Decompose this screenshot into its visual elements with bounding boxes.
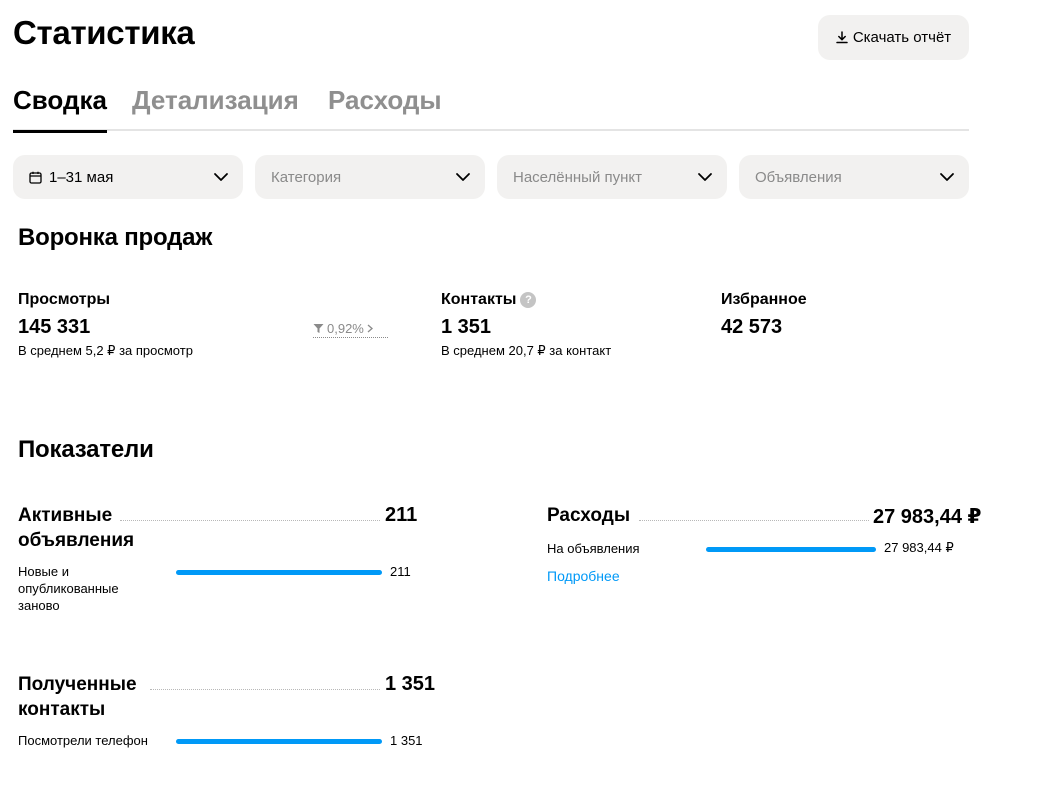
metrics-section-title: Показатели [18,436,154,463]
category-placeholder: Категория [271,168,342,186]
chevron-right-icon [367,324,373,333]
category-select[interactable]: Категория [255,155,485,199]
contacts-received-title-line1: Полученные [18,674,137,695]
contacts-label-text: Контакты [441,291,517,308]
favorites-value: 42 573 [721,316,783,338]
download-icon [836,31,848,44]
conversion-link[interactable]: 0,92% [313,320,388,338]
dotted-leader [150,689,380,690]
new-republished-value: 211 [390,564,411,579]
funnel-icon [313,324,324,333]
active-listings-title-line2: объявления [18,530,135,551]
help-icon[interactable]: ? [520,292,537,308]
new-republished-label: Новые и опубликованные заново [18,564,119,613]
page-title: Статистика [13,14,195,51]
phone-viewed-bar [176,739,382,744]
calendar-icon [29,171,42,184]
expenses-details-link[interactable]: Подробнее [547,568,620,584]
contacts-label: Контакты ? [441,291,537,309]
expenses-title: Расходы [547,505,631,526]
active-listings-value: 211 [385,504,418,526]
favorites-label: Избранное [721,291,807,309]
funnel-section-title: Воронка продаж [18,224,213,251]
dotted-leader [639,520,869,521]
views-label-text: Просмотры [18,291,111,308]
views-value: 145 331 [18,316,91,338]
listings-select[interactable]: Объявления [739,155,969,199]
expenses-listings-bar [706,547,876,552]
tab-summary[interactable]: Сводка [13,84,107,133]
contacts-received-title: Полученные контакты [18,672,137,722]
contacts-average: В среднем 20,7 ₽ за контакт [441,343,612,358]
dotted-leader [120,520,380,521]
listings-placeholder: Объявления [755,168,842,186]
views-average: В среднем 5,2 ₽ за просмотр [18,343,193,358]
location-placeholder: Населённый пункт [513,168,643,186]
chevron-down-icon [214,173,228,181]
download-report-button[interactable]: Скачать отчёт [818,15,969,60]
active-listings-title-line1: Активные [18,505,113,526]
date-range-select[interactable]: 1–31 мая [13,155,243,199]
chevron-down-icon [698,173,712,181]
expenses-listings-value: 27 983,44 ₽ [884,540,954,555]
new-republished-bar [176,570,382,575]
chevron-down-icon [940,173,954,181]
chevron-down-icon [456,173,470,181]
favorites-label-text: Избранное [721,291,807,308]
expenses-listings-label: На объявления [547,541,640,556]
location-select[interactable]: Населённый пункт [497,155,727,199]
contacts-value: 1 351 [441,316,492,338]
contacts-received-title-line2: контакты [18,699,106,720]
phone-viewed-label: Посмотрели телефон [18,733,148,748]
contacts-received-value: 1 351 [385,673,436,695]
expenses-value: 27 983,44 ₽ [873,506,982,528]
date-range-value: 1–31 мая [49,168,114,186]
conversion-value: 0,92% [327,321,364,336]
download-report-label: Скачать отчёт [852,29,952,46]
views-label: Просмотры [18,291,110,309]
tab-details[interactable]: Детализация [132,84,299,131]
active-listings-title: Активные объявления [18,503,134,553]
phone-viewed-value: 1 351 [390,733,423,748]
tab-bar: Сводка Детализация Расходы [13,84,969,133]
tab-expenses[interactable]: Расходы [328,84,442,131]
